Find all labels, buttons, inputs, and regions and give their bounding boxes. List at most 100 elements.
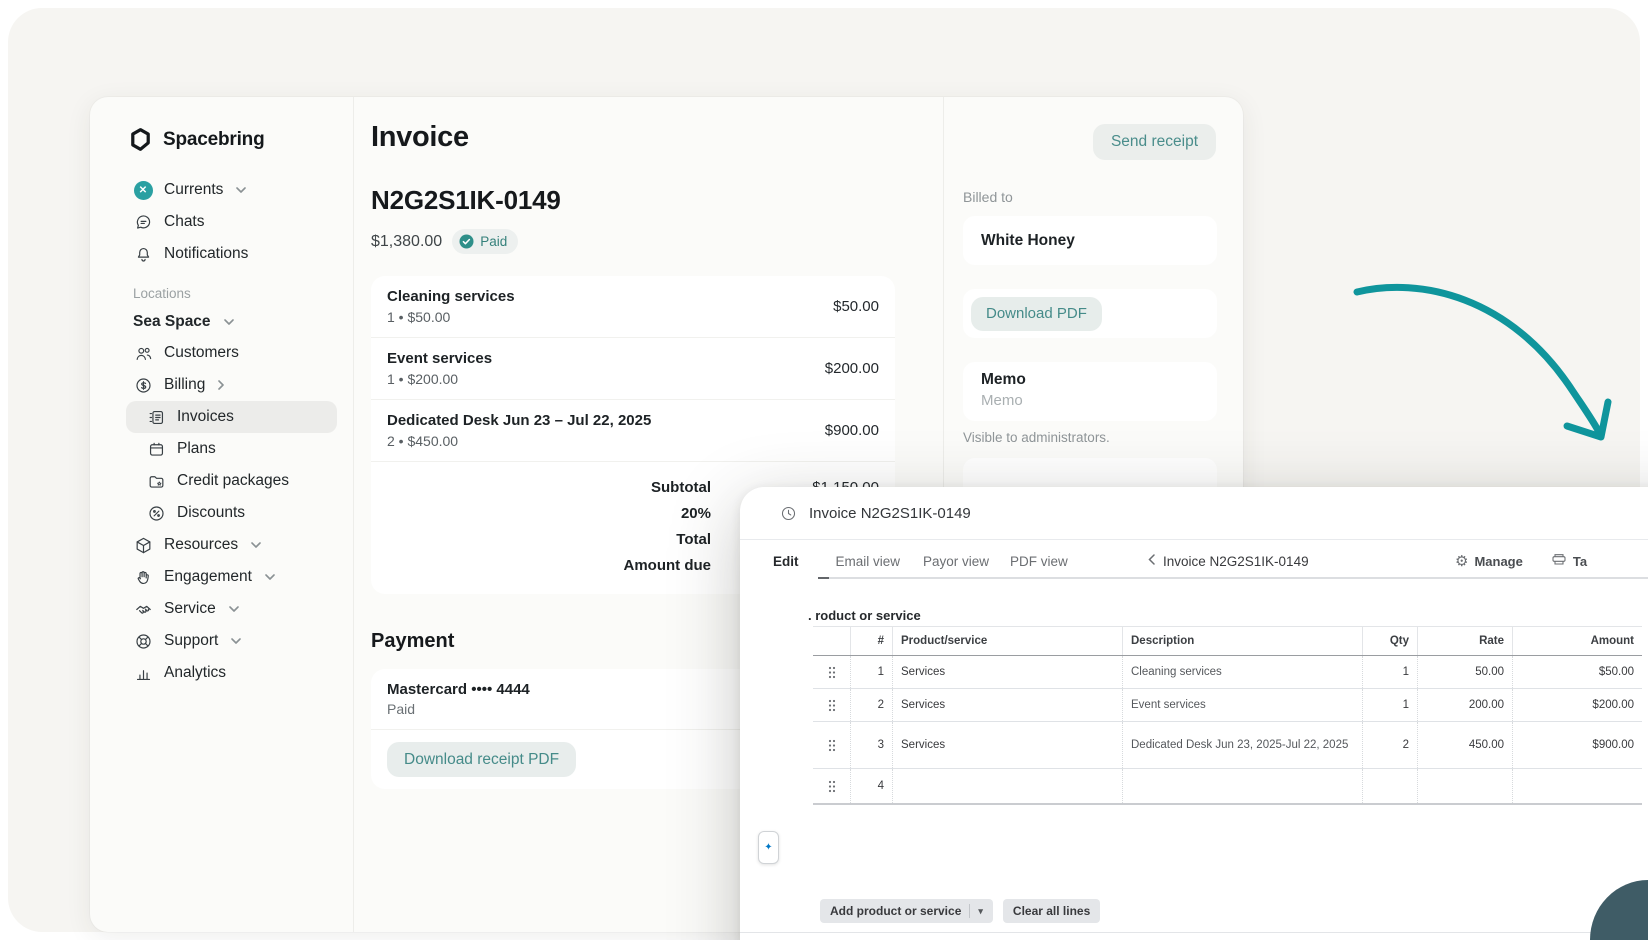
drag-handle[interactable] xyxy=(813,689,850,721)
memo-title: Memo xyxy=(981,371,1199,389)
sidebar-item-label: Engagement xyxy=(164,568,252,586)
cell-description[interactable]: Event services xyxy=(1122,689,1362,721)
sidebar-item-service[interactable]: Service xyxy=(126,593,337,625)
sidebar-nav: ✕ Currents Chats Notifications Locations… xyxy=(90,174,353,689)
table-header-row: # Product/service Description Qty Rate A… xyxy=(813,627,1642,656)
memo-placeholder: Memo xyxy=(981,392,1199,409)
line-item-detail: 2 • $450.00 xyxy=(387,433,825,449)
tab-edit[interactable]: Edit xyxy=(773,554,799,569)
plans-icon xyxy=(146,439,166,459)
sidebar-item-plans[interactable]: Plans xyxy=(126,433,337,465)
line-item-detail: 1 • $200.00 xyxy=(387,371,825,387)
chevron-down-icon xyxy=(224,319,234,325)
sidebar-item-engagement[interactable]: Engagement xyxy=(126,561,337,593)
chevron-left-icon[interactable] xyxy=(1148,554,1155,568)
gear-icon[interactable]: ⚙ xyxy=(1455,554,1468,569)
sidebar-item-analytics[interactable]: Analytics xyxy=(126,657,337,689)
cell-amount[interactable]: $900.00 xyxy=(1512,722,1642,768)
tab-email-view[interactable]: Email view xyxy=(836,554,901,569)
download-receipt-button[interactable]: Download receipt PDF xyxy=(387,742,576,777)
feedback-tab[interactable]: ✦ xyxy=(758,831,779,864)
sidebar-item-support[interactable]: Support xyxy=(126,625,337,657)
drag-handle[interactable] xyxy=(813,769,850,803)
tab-pdf-view[interactable]: PDF view xyxy=(1010,554,1068,569)
chevron-right-icon xyxy=(218,380,224,390)
cell-product[interactable]: Services xyxy=(892,689,1122,721)
sidebar-item-customers[interactable]: Customers xyxy=(126,337,337,369)
invoice-number: N2G2S1IK-0149 xyxy=(371,185,943,216)
line-item-row[interactable]: Event services 1 • $200.00 $200.00 xyxy=(371,338,895,400)
tab-payor-view[interactable]: Payor view xyxy=(923,554,989,569)
sidebar: Spacebring ✕ Currents Chats Notification… xyxy=(90,97,354,932)
button-divider xyxy=(969,904,970,918)
drag-handle[interactable] xyxy=(813,722,850,768)
chevron-down-icon xyxy=(231,638,241,644)
line-item-name: Event services xyxy=(387,350,825,367)
line-item-row[interactable]: Cleaning services 1 • $50.00 $50.00 xyxy=(371,276,895,338)
cell-product[interactable]: Services xyxy=(892,722,1122,768)
invoice-total: $1,380.00 xyxy=(371,233,442,251)
col-product: Product/service xyxy=(892,627,1122,655)
cell-description[interactable] xyxy=(1122,769,1362,803)
total-label: Amount due xyxy=(387,557,711,574)
billing-icon xyxy=(133,375,153,395)
status-badge-label: Paid xyxy=(480,234,507,249)
drag-handle[interactable] xyxy=(813,656,850,688)
send-receipt-button[interactable]: Send receipt xyxy=(1093,124,1216,160)
sidebar-item-resources[interactable]: Resources xyxy=(126,529,337,561)
cell-qty[interactable] xyxy=(1362,769,1417,803)
brand-logo-row[interactable]: Spacebring xyxy=(128,127,353,152)
sidebar-item-chats[interactable]: Chats xyxy=(126,206,337,238)
sidebar-item-label: Customers xyxy=(164,344,239,362)
check-circle-icon xyxy=(459,234,474,249)
chevron-down-icon[interactable]: ▾ xyxy=(978,906,983,917)
sidebar-item-notifications[interactable]: Notifications xyxy=(126,238,337,270)
cell-rate[interactable]: 450.00 xyxy=(1417,722,1512,768)
sidebar-item-label: Support xyxy=(164,632,218,650)
cell-rate[interactable]: 200.00 xyxy=(1417,689,1512,721)
cell-qty[interactable]: 1 xyxy=(1362,689,1417,721)
cell-rate[interactable]: 50.00 xyxy=(1417,656,1512,688)
cell-description[interactable]: Cleaning services xyxy=(1122,656,1362,688)
sidebar-item-label: Credit packages xyxy=(177,472,289,490)
cell-product[interactable] xyxy=(892,769,1122,803)
col-description: Description xyxy=(1122,627,1362,655)
row-num: 2 xyxy=(850,689,892,721)
memo-card[interactable]: Memo Memo xyxy=(963,362,1217,421)
cell-qty[interactable]: 1 xyxy=(1362,656,1417,688)
line-items-table: # Product/service Description Qty Rate A… xyxy=(813,626,1642,805)
tour-icon[interactable] xyxy=(1551,553,1567,570)
history-icon[interactable] xyxy=(780,505,797,522)
cell-amount[interactable]: $200.00 xyxy=(1512,689,1642,721)
sidebar-item-invoices[interactable]: Invoices xyxy=(126,401,337,433)
manage-button[interactable]: Manage xyxy=(1474,554,1522,569)
cell-description[interactable]: Dedicated Desk Jun 23, 2025-Jul 22, 2025 xyxy=(1122,722,1362,768)
chat-icon xyxy=(133,212,153,232)
sidebar-item-credit-packages[interactable]: Credit packages xyxy=(126,465,337,497)
line-item-row[interactable]: Dedicated Desk Jun 23 – Jul 22, 2025 2 •… xyxy=(371,400,895,462)
download-pdf-button[interactable]: Download PDF xyxy=(971,297,1102,331)
cell-amount[interactable]: $50.00 xyxy=(1512,656,1642,688)
sidebar-item-label: Invoices xyxy=(177,408,234,426)
sidebar-item-billing[interactable]: Billing xyxy=(126,369,337,401)
billed-to-card[interactable]: White Honey xyxy=(963,216,1217,265)
sidebar-item-label: Currents xyxy=(164,181,223,199)
cell-qty[interactable]: 2 xyxy=(1362,722,1417,768)
add-product-button[interactable]: Add product or service ▾ xyxy=(820,899,993,923)
sidebar-item-currents[interactable]: ✕ Currents xyxy=(126,174,337,206)
cell-rate[interactable] xyxy=(1417,769,1512,803)
cell-product[interactable]: Services xyxy=(892,656,1122,688)
tour-button[interactable]: Ta xyxy=(1573,554,1587,569)
location-selector[interactable]: Sea Space xyxy=(126,307,337,337)
brand-name: Spacebring xyxy=(163,129,264,151)
cell-amount[interactable] xyxy=(1512,769,1642,803)
line-item-amount: $200.00 xyxy=(825,360,879,377)
chevron-down-icon xyxy=(251,542,261,548)
line-item-name: Cleaning services xyxy=(387,288,833,305)
clear-all-lines-button[interactable]: Clear all lines xyxy=(1003,899,1100,923)
analytics-icon xyxy=(133,663,153,683)
total-label: 20% xyxy=(387,505,711,522)
sidebar-item-discounts[interactable]: Discounts xyxy=(126,497,337,529)
line-item-name: Dedicated Desk Jun 23 – Jul 22, 2025 xyxy=(387,412,825,429)
location-name: Sea Space xyxy=(133,313,211,331)
